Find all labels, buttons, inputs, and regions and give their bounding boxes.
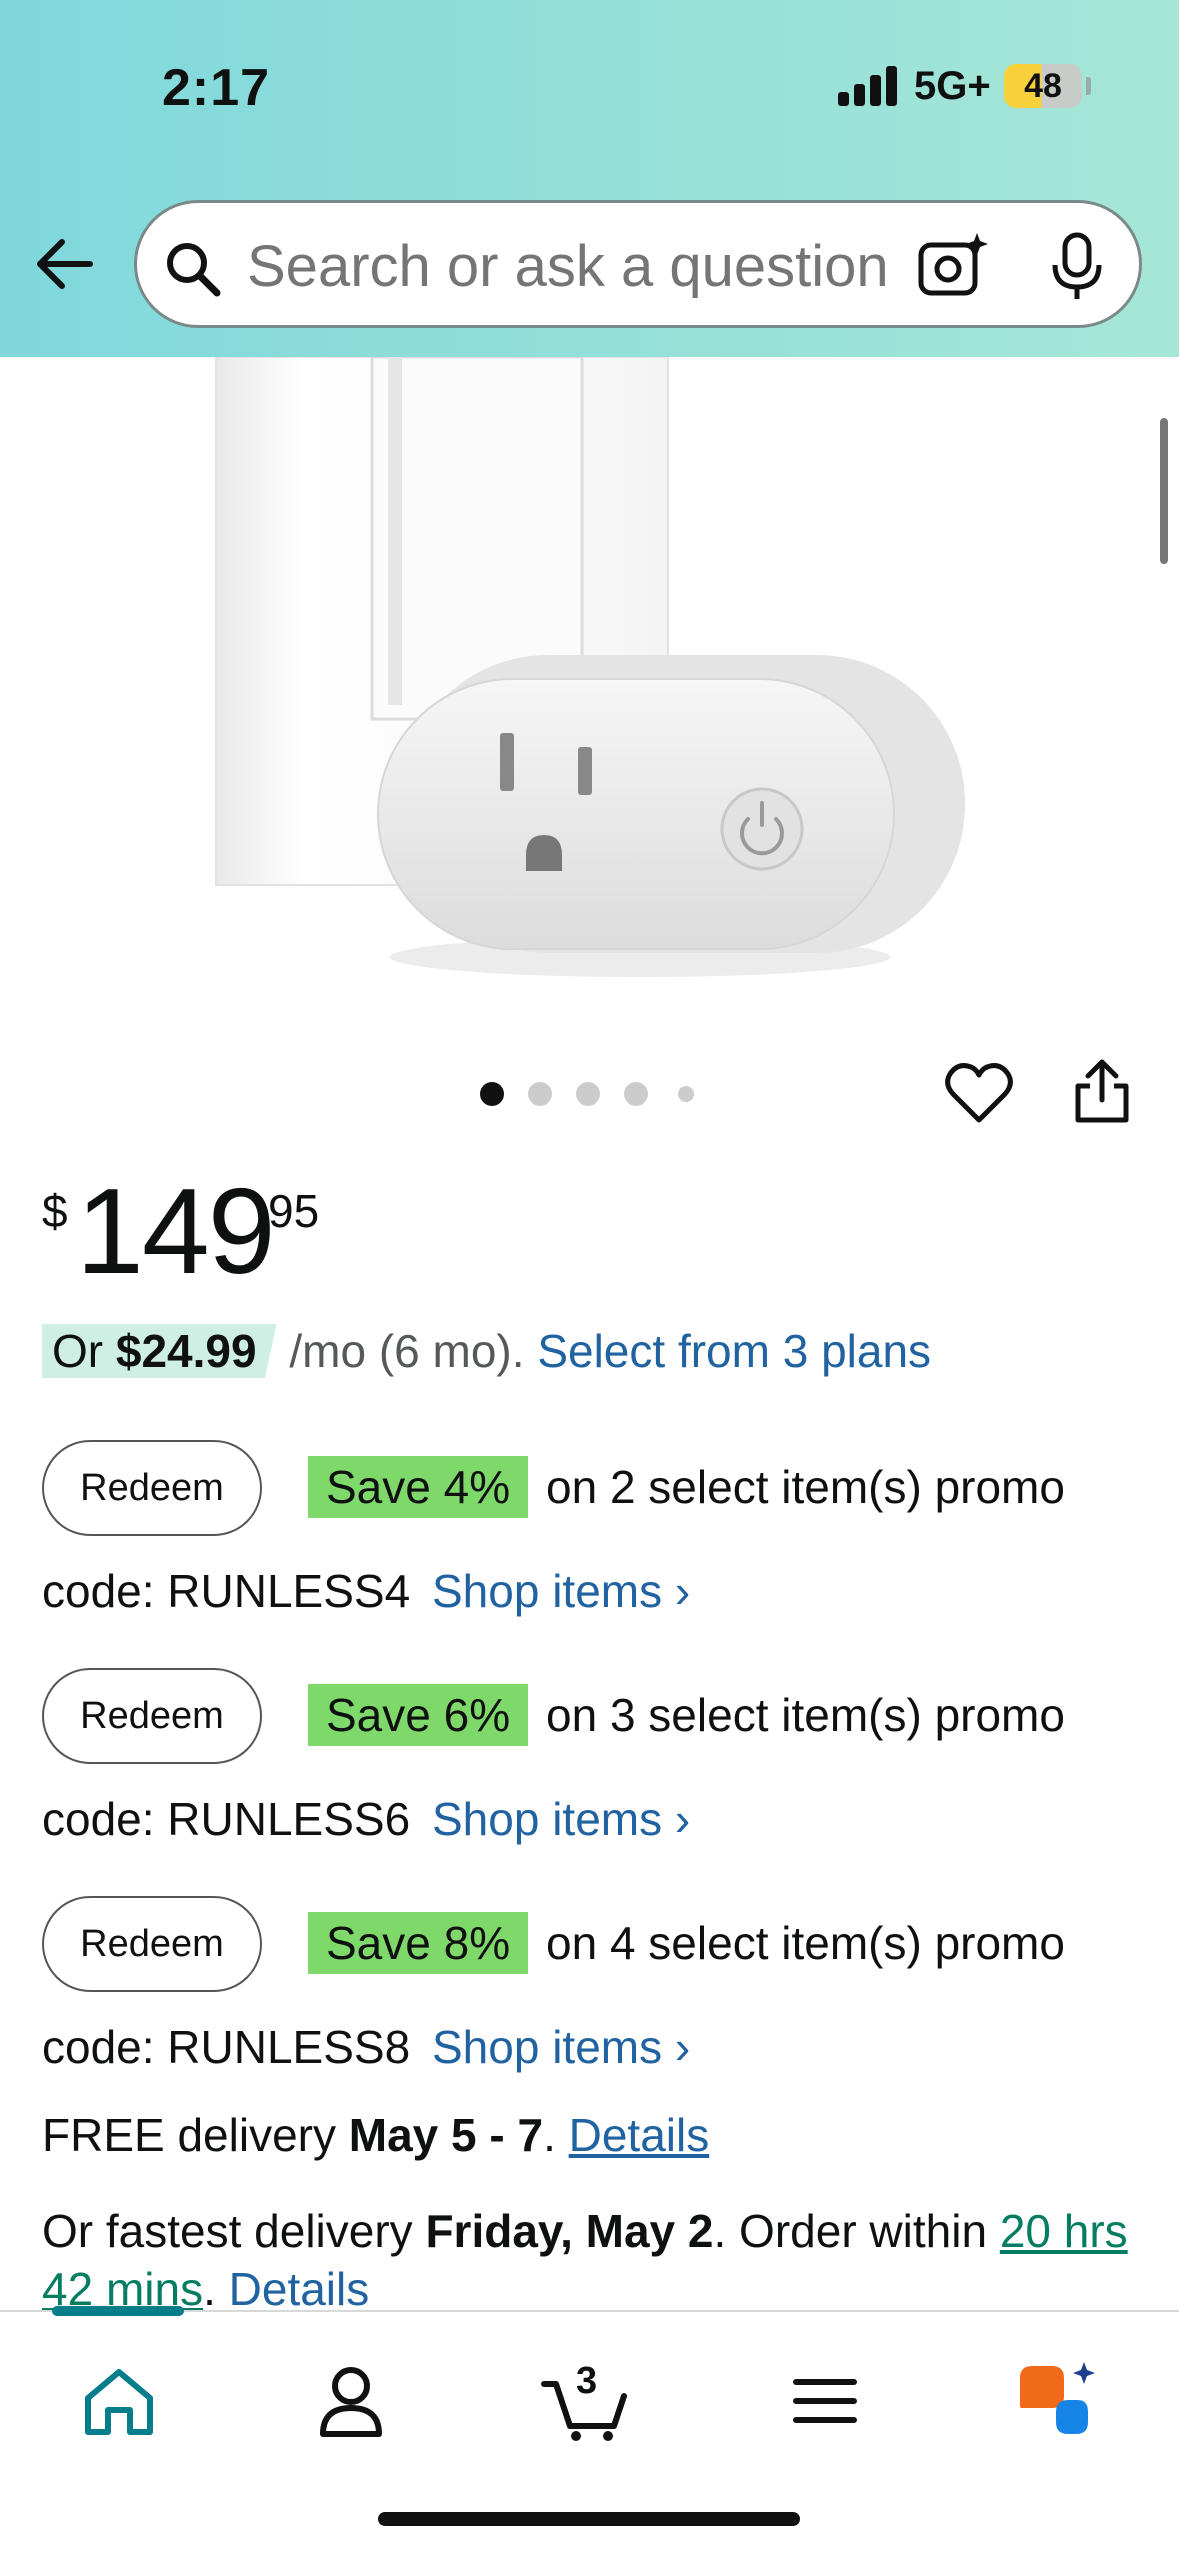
search-input[interactable] xyxy=(247,231,937,303)
promo-text: on 4 select item(s) promo xyxy=(546,1917,1065,1969)
price-symbol: $ xyxy=(42,1185,68,1237)
search-bar[interactable] xyxy=(134,200,1142,328)
back-arrow-icon[interactable] xyxy=(32,232,96,296)
save-badge: Save 4% xyxy=(308,1456,529,1518)
financing-pill: Or $24.99 xyxy=(42,1324,277,1378)
battery-icon: 48 xyxy=(1004,64,1082,108)
shop-items-link[interactable]: Shop items › xyxy=(432,1564,690,1618)
fastest-delivery: Or fastest delivery Friday, May 2. Order… xyxy=(42,2202,1152,2318)
promo-text: on 3 select item(s) promo xyxy=(546,1689,1065,1741)
share-icon[interactable] xyxy=(1070,1056,1134,1126)
menu-icon[interactable] xyxy=(780,2356,870,2446)
top-header: 2:17 5G+ 48 xyxy=(0,0,1179,357)
redeem-button[interactable]: Redeem xyxy=(42,1896,262,1992)
financing-line: Or $24.99 /mo (6 mo). Select from 3 plan… xyxy=(42,1324,931,1378)
camera-search-icon[interactable] xyxy=(915,229,991,305)
carousel-dot[interactable] xyxy=(624,1082,648,1106)
search-icon xyxy=(167,243,221,297)
microphone-icon[interactable] xyxy=(1047,231,1107,303)
delivery-dates: May 5 - 7 xyxy=(348,2109,544,2161)
price-fraction: 95 xyxy=(268,1185,320,1237)
signal-icon xyxy=(838,64,900,106)
select-plans-link[interactable]: Select from 3 plans xyxy=(537,1325,931,1377)
status-time: 2:17 xyxy=(162,59,271,117)
home-icon[interactable] xyxy=(74,2356,164,2446)
carousel-dot[interactable] xyxy=(576,1082,600,1106)
smart-plug-image xyxy=(215,355,965,977)
shop-items-link[interactable]: Shop items › xyxy=(432,1792,690,1846)
shop-items-link[interactable]: Shop items › xyxy=(432,2020,690,2074)
nav-active-indicator xyxy=(52,2306,184,2316)
financing-prefix: Or xyxy=(52,1325,116,1377)
promo-code: code: RUNLESS4 xyxy=(42,1565,411,1617)
cart-count: 3 xyxy=(576,2360,598,2402)
battery-tip xyxy=(1086,77,1091,95)
network-type: 5G+ xyxy=(914,64,991,108)
fastest-details-link[interactable]: Details xyxy=(229,2263,370,2315)
promo-text: on 2 select item(s) promo xyxy=(546,1461,1065,1513)
delivery-line: FREE delivery May 5 - 7. Details xyxy=(42,2108,709,2162)
delivery-prefix: FREE delivery xyxy=(42,2109,349,2161)
promo-code: code: RUNLESS6 xyxy=(42,1793,411,1845)
carousel-dot[interactable] xyxy=(678,1086,694,1102)
fastest-sep: . xyxy=(203,2263,229,2315)
delivery-sep: . xyxy=(543,2109,569,2161)
save-badge: Save 8% xyxy=(308,1912,529,1974)
carousel-dot[interactable] xyxy=(528,1082,552,1106)
scrollbar[interactable] xyxy=(1160,418,1168,564)
home-indicator[interactable] xyxy=(378,2512,800,2526)
product-image[interactable] xyxy=(0,355,1179,1057)
rufus-assistant-icon[interactable] xyxy=(1012,2356,1102,2446)
financing-amount: $24.99 xyxy=(115,1325,257,1377)
fastest-mid: . Order within xyxy=(713,2205,1000,2257)
carousel-dot-active[interactable] xyxy=(480,1082,504,1106)
cart-nav[interactable]: 3 xyxy=(540,2356,630,2446)
heart-icon[interactable] xyxy=(944,1058,1014,1128)
promo-code: code: RUNLESS8 xyxy=(42,2021,411,2073)
redeem-button[interactable]: Redeem xyxy=(42,1668,262,1764)
redeem-button[interactable]: Redeem xyxy=(42,1440,262,1536)
fastest-prefix: Or fastest delivery xyxy=(42,2205,426,2257)
price-whole: 149 xyxy=(76,1163,276,1299)
financing-suffix: /mo (6 mo). xyxy=(276,1325,538,1377)
fastest-date: Friday, May 2 xyxy=(425,2205,714,2257)
save-badge: Save 6% xyxy=(308,1684,529,1746)
delivery-details-link[interactable]: Details xyxy=(569,2109,710,2161)
account-icon[interactable] xyxy=(306,2356,396,2446)
